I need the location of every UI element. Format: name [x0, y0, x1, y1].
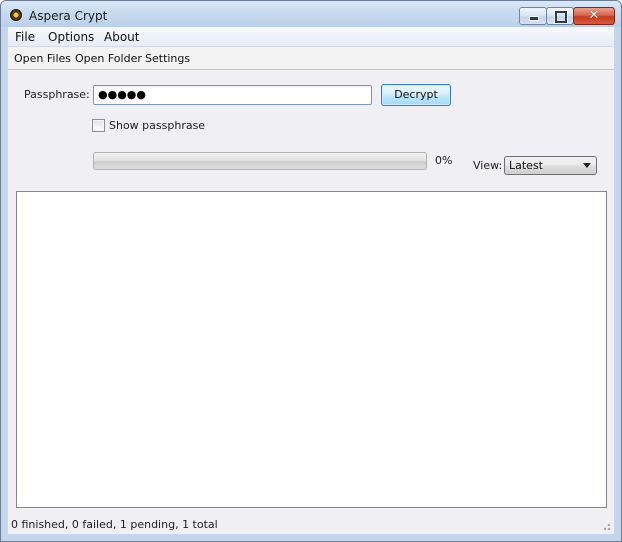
title-bar[interactable]: Aspera Crypt ✕	[1, 1, 621, 27]
settings-button[interactable]: Settings	[145, 52, 190, 65]
main-panel: Passphrase: ●●●●● Decrypt Show passphras…	[8, 70, 614, 534]
window-title: Aspera Crypt	[29, 9, 108, 23]
status-text: 0 finished, 0 failed, 1 pending, 1 total	[11, 518, 218, 531]
close-button[interactable]: ✕	[573, 7, 615, 25]
close-icon: ✕	[588, 8, 600, 23]
window-controls: ✕	[519, 7, 615, 25]
show-passphrase-label[interactable]: Show passphrase	[109, 119, 205, 132]
menu-about[interactable]: About	[104, 30, 139, 44]
app-window: Aspera Crypt ✕ File Options About Open F…	[0, 0, 622, 542]
minimize-button[interactable]	[519, 7, 547, 25]
show-passphrase-checkbox[interactable]	[92, 119, 105, 132]
progress-bar	[93, 152, 427, 170]
view-select-value: Latest	[509, 159, 543, 172]
view-label: View:	[473, 159, 503, 172]
passphrase-label: Passphrase:	[24, 88, 90, 101]
menu-file[interactable]: File	[15, 30, 35, 44]
status-bar: 0 finished, 0 failed, 1 pending, 1 total	[8, 512, 614, 534]
file-list[interactable]	[16, 191, 607, 508]
menu-bar: File Options About	[8, 27, 614, 47]
progress-percent: 0%	[435, 154, 453, 167]
menu-options[interactable]: Options	[48, 30, 94, 44]
passphrase-input[interactable]: ●●●●●	[93, 85, 372, 105]
maximize-icon	[555, 11, 567, 23]
resize-grip-icon[interactable]	[601, 521, 611, 531]
view-select[interactable]: Latest	[504, 156, 597, 175]
aspera-crypt-icon	[10, 9, 22, 21]
toolbar: Open Files Open Folder Settings	[8, 47, 614, 70]
decrypt-button[interactable]: Decrypt	[381, 84, 451, 106]
minimize-icon	[529, 16, 539, 21]
open-folder-button[interactable]: Open Folder	[75, 52, 142, 65]
chevron-down-icon	[583, 163, 591, 168]
maximize-button[interactable]	[546, 7, 574, 25]
open-files-button[interactable]: Open Files	[14, 52, 71, 65]
